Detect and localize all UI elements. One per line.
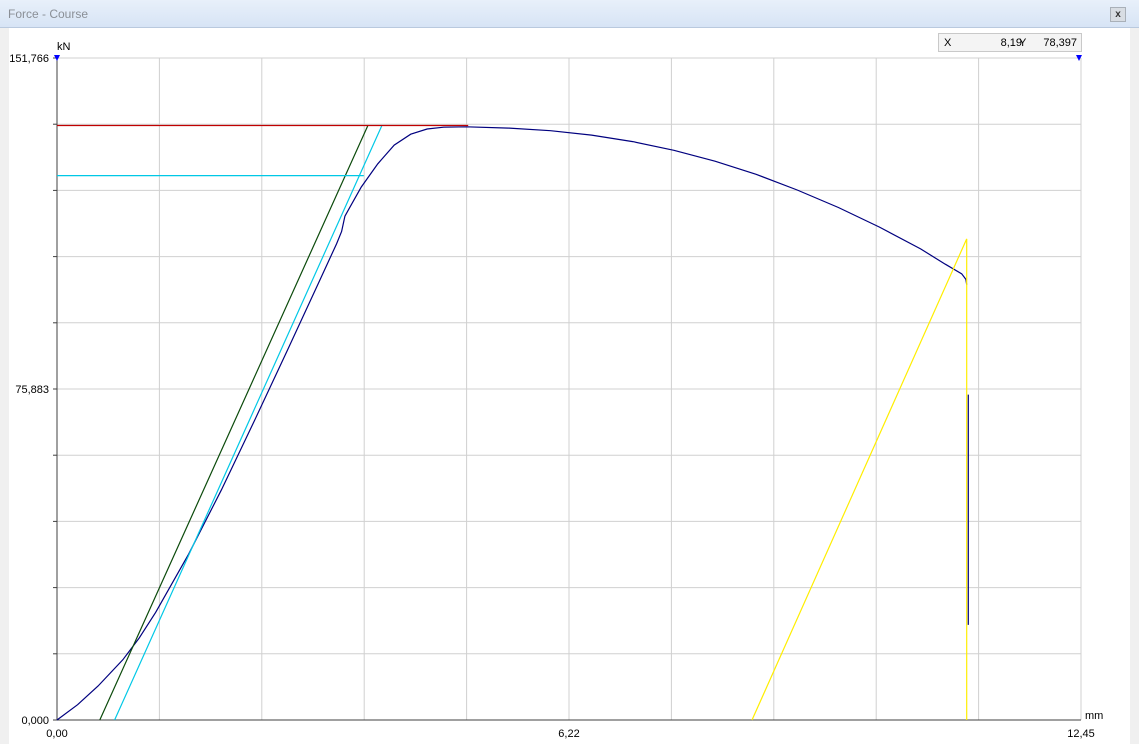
series-offset_line-2: [114, 125, 383, 721]
readout-x-value: 8,19: [1000, 37, 1022, 49]
readout-y-label: Y: [1019, 37, 1027, 49]
y-tick-label-2: 151,766: [9, 53, 49, 65]
x-tick-label-2: 12,45: [1067, 728, 1095, 740]
x-tick-label-1: 6,22: [558, 728, 579, 740]
series-break_line-5: [751, 238, 968, 721]
force-course-chart: 0,00 6,22 12,45 0,000 75,883 151,766 kN mm: [9, 41, 1103, 740]
cursor-readout: X 8,19 Y 78,397: [938, 33, 1082, 52]
x-axis-unit: mm: [1085, 710, 1103, 722]
y-axis-unit: kN: [57, 41, 71, 53]
y-tick-label-1: 75,883: [15, 384, 49, 396]
series-main_curve-0: [56, 126, 968, 721]
readout-x-label: X: [944, 37, 952, 49]
readout-y-value: 78,397: [1043, 37, 1077, 49]
x-tick-label-0: 0,00: [46, 728, 67, 740]
y-tick-label-0: 0,000: [21, 715, 49, 727]
series-tangent-1: [99, 125, 369, 721]
